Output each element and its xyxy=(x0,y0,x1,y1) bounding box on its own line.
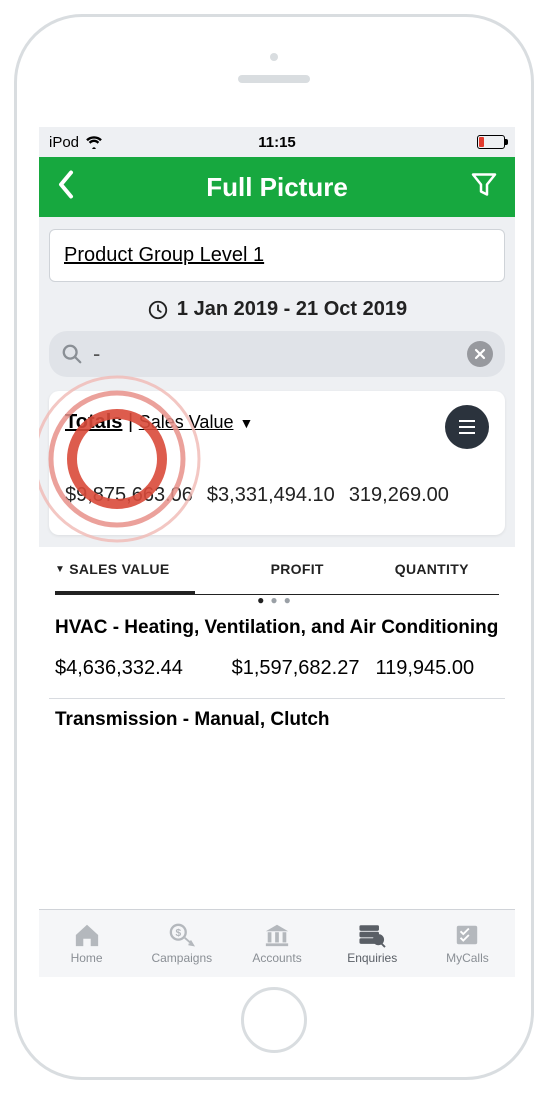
screen: iPod 11:15 Full Picture xyxy=(39,127,515,977)
clock-icon xyxy=(147,299,169,321)
row-title: Transmission - Manual, Clutch xyxy=(55,709,499,731)
table-header: ▼ SALES VALUE PROFIT QUANTITY xyxy=(39,547,515,591)
accounts-icon xyxy=(262,922,292,948)
tab-mycalls[interactable]: MyCalls xyxy=(420,910,515,977)
totals-heading[interactable]: Totals | Sales Value ▼ xyxy=(65,411,489,434)
group-selector-label: Product Group Level 1 xyxy=(64,244,264,266)
enquiries-icon xyxy=(357,922,387,948)
status-time: 11:15 xyxy=(258,134,296,151)
bottom-tab-bar: Home $ Campaigns Accounts xyxy=(39,909,515,977)
card-menu-button[interactable] xyxy=(445,405,489,449)
search-input[interactable] xyxy=(93,341,457,367)
row-profit: $1,597,682.27 xyxy=(232,657,360,680)
sort-caret-icon: ▼ xyxy=(55,564,65,575)
date-range[interactable]: 1 Jan 2019 - 21 Oct 2019 xyxy=(39,282,515,331)
campaigns-icon: $ xyxy=(167,922,197,948)
column-quantity[interactable]: QUANTITY xyxy=(364,547,499,591)
table-row[interactable]: Transmission - Manual, Clutch xyxy=(39,699,515,735)
column-profit[interactable]: PROFIT xyxy=(230,547,365,591)
totals-values: $9,875,663.06 $3,331,494.10 319,269.00 xyxy=(65,484,489,507)
mycalls-icon xyxy=(452,922,482,948)
clear-search-button[interactable] xyxy=(467,341,493,367)
tab-home[interactable]: Home xyxy=(39,910,134,977)
date-range-label: 1 Jan 2019 - 21 Oct 2019 xyxy=(177,298,407,321)
totals-qty: 319,269.00 xyxy=(349,484,449,507)
phone-frame: iPod 11:15 Full Picture xyxy=(14,14,534,1080)
group-selector[interactable]: Product Group Level 1 xyxy=(49,229,505,282)
page-title: Full Picture xyxy=(206,172,348,203)
table-row[interactable]: HVAC - Heating, Ventilation, and Air Con… xyxy=(39,607,515,698)
row-qty: 119,945.00 xyxy=(375,657,499,680)
page-dots[interactable]: ●●● xyxy=(39,593,515,607)
wifi-icon xyxy=(85,135,103,149)
tab-enquiries[interactable]: Enquiries xyxy=(325,910,420,977)
totals-label: Totals xyxy=(65,411,122,433)
row-title: HVAC - Heating, Ventilation, and Air Con… xyxy=(55,617,499,639)
caret-down-icon: ▼ xyxy=(239,415,253,431)
tab-accounts[interactable]: Accounts xyxy=(229,910,324,977)
data-table: ▼ SALES VALUE PROFIT QUANTITY ●●● HVAC -… xyxy=(39,547,515,909)
search-bar[interactable] xyxy=(49,331,505,377)
tab-campaigns[interactable]: $ Campaigns xyxy=(134,910,229,977)
funnel-icon xyxy=(469,170,499,200)
chevron-left-icon xyxy=(55,169,77,201)
filter-button[interactable] xyxy=(469,170,499,205)
svg-text:$: $ xyxy=(175,928,181,939)
home-icon xyxy=(72,922,102,948)
app-header: Full Picture xyxy=(39,157,515,217)
back-button[interactable] xyxy=(55,169,77,206)
totals-sales: $9,875,663.06 xyxy=(65,484,193,507)
speaker-dot xyxy=(270,53,278,61)
home-button[interactable] xyxy=(241,987,307,1053)
totals-sep: | xyxy=(122,411,138,433)
close-icon xyxy=(474,348,486,360)
row-sales: $4,636,332.44 xyxy=(55,657,216,680)
totals-metric: Sales Value xyxy=(139,412,234,432)
status-bar: iPod 11:15 xyxy=(39,127,515,157)
battery-icon xyxy=(477,135,505,149)
totals-card: Totals | Sales Value ▼ $9,875,663.06 $3,… xyxy=(49,391,505,535)
search-icon xyxy=(61,343,83,365)
status-left: iPod xyxy=(49,134,103,151)
carrier-label: iPod xyxy=(49,134,79,151)
totals-profit: $3,331,494.10 xyxy=(207,484,335,507)
column-sales-value[interactable]: ▼ SALES VALUE xyxy=(55,547,230,591)
speaker-bar xyxy=(238,75,310,83)
